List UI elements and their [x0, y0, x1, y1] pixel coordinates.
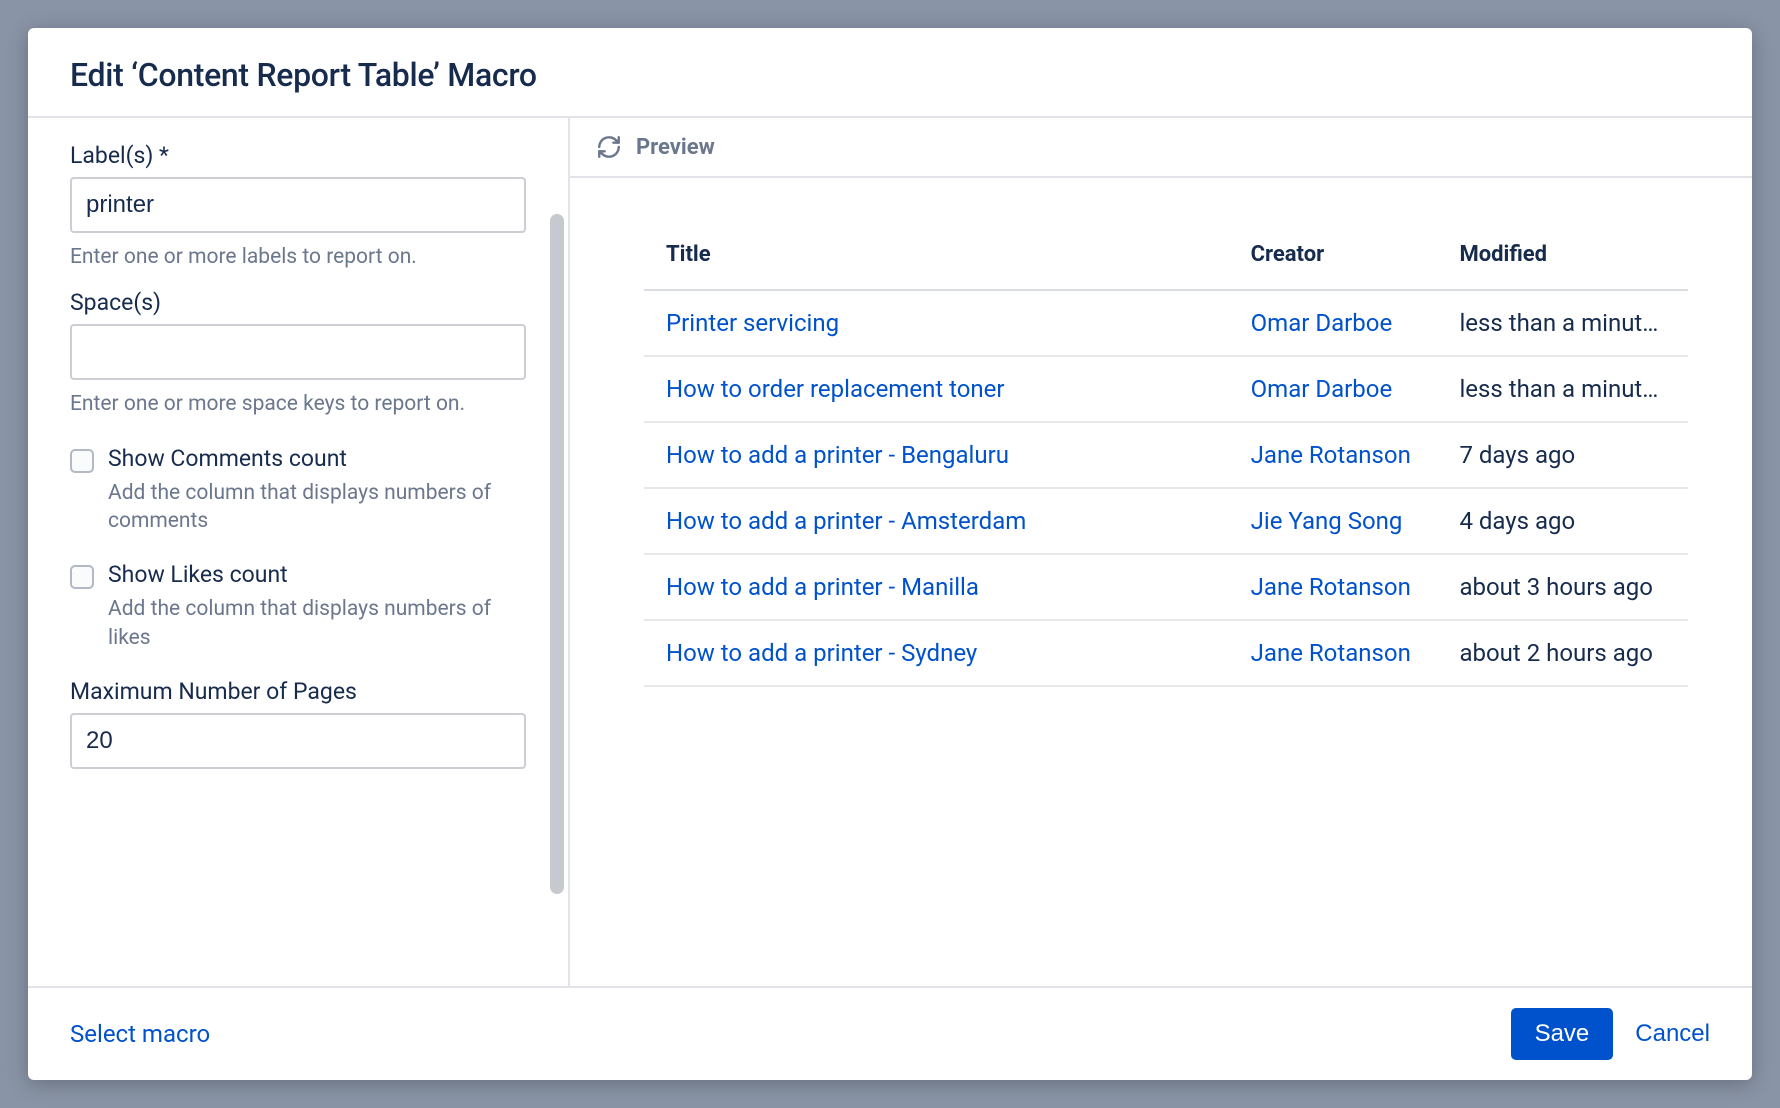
- field-spaces: Space(s) Enter one or more space keys to…: [70, 289, 526, 418]
- cancel-button[interactable]: Cancel: [1635, 1020, 1710, 1048]
- preview-header: Preview: [570, 118, 1752, 178]
- creator-link[interactable]: Jane Rotanson: [1251, 639, 1411, 667]
- creator-link[interactable]: Jane Rotanson: [1251, 573, 1411, 601]
- table-row: How to add a printer - Sydney Jane Rotan…: [644, 620, 1688, 686]
- modified-cell: about 2 hours ago: [1437, 620, 1688, 686]
- modified-cell: less than a minute ago: [1437, 356, 1688, 422]
- labels-input[interactable]: [70, 177, 526, 233]
- page-link[interactable]: How to add a printer - Bengaluru: [666, 441, 1009, 469]
- table-row: How to add a printer - Bengaluru Jane Ro…: [644, 422, 1688, 488]
- show-comments-label: Show Comments count: [108, 445, 347, 472]
- refresh-icon[interactable]: [596, 134, 622, 160]
- max-pages-input[interactable]: [70, 713, 526, 769]
- col-header-creator[interactable]: Creator: [1229, 226, 1438, 290]
- config-scrollbar-thumb[interactable]: [550, 214, 564, 894]
- creator-link[interactable]: Jane Rotanson: [1251, 441, 1411, 469]
- creator-link[interactable]: Omar Darboe: [1251, 375, 1393, 403]
- page-link[interactable]: How to order replacement toner: [666, 375, 1005, 403]
- spaces-help: Enter one or more space keys to report o…: [70, 390, 526, 418]
- field-max-pages: Maximum Number of Pages: [70, 678, 526, 769]
- show-likes-help: Add the column that displays numbers of …: [108, 595, 526, 652]
- page-link[interactable]: How to add a printer - Manilla: [666, 573, 979, 601]
- table-row: Printer servicing Omar Darboe less than …: [644, 290, 1688, 356]
- table-row: How to add a printer - Amsterdam Jie Yan…: [644, 488, 1688, 554]
- col-header-title[interactable]: Title: [644, 226, 1229, 290]
- dialog-overlay: Edit ‘Content Report Table’ Macro Label(…: [0, 0, 1780, 1108]
- preview-content: Title Creator Modified Printer servicing…: [570, 178, 1752, 986]
- field-show-comments: Show Comments count Add the column that …: [70, 445, 526, 536]
- col-header-modified[interactable]: Modified: [1437, 226, 1688, 290]
- show-comments-help: Add the column that displays numbers of …: [108, 479, 526, 536]
- preview-panel: Preview Title Creator Modified: [570, 118, 1752, 986]
- dialog-footer: Select macro Save Cancel: [28, 986, 1752, 1080]
- report-tbody: Printer servicing Omar Darboe less than …: [644, 290, 1688, 686]
- modified-cell: 4 days ago: [1437, 488, 1688, 554]
- table-row: How to order replacement toner Omar Darb…: [644, 356, 1688, 422]
- creator-link[interactable]: Omar Darboe: [1251, 309, 1393, 337]
- modified-cell: less than a minute ago: [1437, 290, 1688, 356]
- spaces-label: Space(s): [70, 289, 526, 316]
- page-link[interactable]: How to add a printer - Sydney: [666, 639, 977, 667]
- labels-label: Label(s) *: [70, 142, 526, 169]
- modified-cell: about 3 hours ago: [1437, 554, 1688, 620]
- page-link[interactable]: How to add a printer - Amsterdam: [666, 507, 1026, 535]
- select-macro-link[interactable]: Select macro: [70, 1020, 210, 1048]
- labels-help: Enter one or more labels to report on.: [70, 243, 526, 271]
- macro-edit-dialog: Edit ‘Content Report Table’ Macro Label(…: [28, 28, 1752, 1080]
- report-table: Title Creator Modified Printer servicing…: [644, 226, 1688, 687]
- preview-heading: Preview: [636, 135, 715, 160]
- spaces-input[interactable]: [70, 324, 526, 380]
- field-show-likes: Show Likes count Add the column that dis…: [70, 561, 526, 652]
- dialog-title: Edit ‘Content Report Table’ Macro: [70, 56, 1710, 94]
- footer-actions: Save Cancel: [1511, 1008, 1710, 1060]
- table-row: How to add a printer - Manilla Jane Rota…: [644, 554, 1688, 620]
- config-scroll-area[interactable]: Label(s) * Enter one or more labels to r…: [28, 118, 568, 986]
- creator-link[interactable]: Jie Yang Song: [1251, 507, 1403, 535]
- dialog-header: Edit ‘Content Report Table’ Macro: [28, 28, 1752, 118]
- modified-cell: 7 days ago: [1437, 422, 1688, 488]
- dialog-body: Label(s) * Enter one or more labels to r…: [28, 118, 1752, 986]
- show-comments-checkbox[interactable]: [70, 449, 94, 473]
- config-panel: Label(s) * Enter one or more labels to r…: [28, 118, 570, 986]
- page-link[interactable]: Printer servicing: [666, 309, 839, 337]
- table-header-row: Title Creator Modified: [644, 226, 1688, 290]
- show-likes-label: Show Likes count: [108, 561, 288, 588]
- field-labels: Label(s) * Enter one or more labels to r…: [70, 142, 526, 271]
- max-pages-label: Maximum Number of Pages: [70, 678, 526, 705]
- show-likes-checkbox[interactable]: [70, 565, 94, 589]
- save-button[interactable]: Save: [1511, 1008, 1614, 1060]
